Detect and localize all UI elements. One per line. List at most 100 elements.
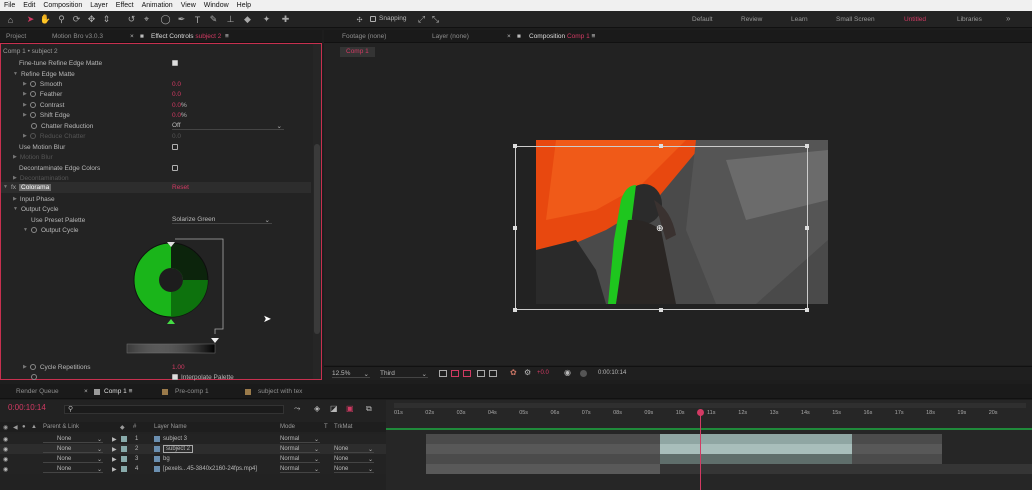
layer-1-bar-selected-range[interactable] <box>660 434 852 444</box>
menu-item-composition[interactable]: Composition <box>39 2 86 9</box>
label-color-icon[interactable] <box>121 456 127 462</box>
shy-icon[interactable]: ◪ <box>330 404 338 413</box>
fine-tune-checkbox[interactable] <box>172 60 178 66</box>
transform-handle[interactable] <box>513 144 517 148</box>
preset-dropdown[interactable]: Solarize Green ⌄ <box>172 216 272 224</box>
motion-blur-checkbox[interactable] <box>172 144 178 150</box>
wheel-bottom-arrow[interactable] <box>167 319 175 324</box>
expand-icon[interactable]: ▶ <box>112 446 117 453</box>
panel-menu-icon[interactable]: ≡ <box>223 33 229 40</box>
menu-item-layer[interactable]: Layer <box>86 2 112 9</box>
channel-icon[interactable] <box>489 370 497 377</box>
layer-search-input[interactable]: ⚲ <box>64 405 284 414</box>
shift-edge-value[interactable]: 0.0 <box>172 112 181 119</box>
contrast-row[interactable]: ▶ Contrast <box>23 100 64 110</box>
workspace-untitled[interactable]: Untitled <box>904 16 926 23</box>
tab-footage[interactable]: Footage (none) <box>342 33 386 40</box>
anchor-point-icon[interactable]: ⊕ <box>656 223 664 234</box>
trkmat-dropdown[interactable]: None ⌄ <box>334 466 374 473</box>
eraser-tool-icon[interactable]: ◆ <box>242 14 253 25</box>
menu-item-file[interactable]: File <box>0 2 19 9</box>
panel-menu-icon[interactable]: ≡ <box>592 33 596 40</box>
comp-mini-flowchart-icon[interactable]: ⤳ <box>294 404 300 414</box>
composition-viewer[interactable]: Comp 1 ⊕ <box>324 43 1032 365</box>
label-color-icon[interactable] <box>121 436 127 442</box>
puppet-pin-icon[interactable]: ✚ <box>280 14 291 25</box>
frame-blend-icon[interactable]: ▣ <box>346 404 354 413</box>
feather-value[interactable]: 0.0 <box>172 89 181 99</box>
mode-dropdown[interactable]: Normal ⌄ <box>280 436 320 443</box>
collapse-icon[interactable]: ▶ <box>23 91 27 97</box>
collapse-icon[interactable]: ▶ <box>23 112 27 118</box>
graph-editor-icon[interactable]: ⧉ <box>366 404 372 414</box>
close-icon[interactable]: × <box>130 33 134 40</box>
layer-row[interactable]: ◉ None ⌄ ▶ 1 subject 3 Normal ⌄ <box>0 434 386 444</box>
transform-handle[interactable] <box>659 144 663 148</box>
resolution-dropdown[interactable]: Third ⌄ <box>380 370 428 378</box>
interpolate-row[interactable]: Interpolate Palette <box>172 372 234 382</box>
transform-handle[interactable] <box>805 308 809 312</box>
lock-icon[interactable]: ■ <box>140 33 144 40</box>
workspace-default[interactable]: Default <box>692 16 713 23</box>
parent-dropdown[interactable]: None ⌄ <box>43 436 103 443</box>
layer-1-bar[interactable] <box>426 434 660 444</box>
parent-dropdown[interactable]: None ⌄ <box>43 446 103 453</box>
tab-layer[interactable]: Layer (none) <box>432 33 469 40</box>
label-color-icon[interactable] <box>121 446 127 452</box>
output-cycle-row[interactable]: ▼ Output Cycle <box>13 204 59 214</box>
show-snapshot-icon[interactable] <box>580 370 587 377</box>
cycle-reps-row[interactable]: ▶ Cycle Repetitions <box>23 362 90 372</box>
expand-icon[interactable]: ▶ <box>112 456 117 463</box>
menu-item-animation[interactable]: Animation <box>138 2 177 9</box>
output-cycle-wheel[interactable] <box>123 234 233 359</box>
menu-item-effect[interactable]: Effect <box>112 2 138 9</box>
layer-3-bar-tail[interactable] <box>852 454 942 464</box>
mode-dropdown[interactable]: Normal ⌄ <box>280 446 320 453</box>
transform-handle[interactable] <box>513 226 517 230</box>
layer-2-bar-tail[interactable] <box>852 444 942 454</box>
fx-icon[interactable]: fx <box>11 184 16 191</box>
expand-icon[interactable]: ▼ <box>3 184 8 190</box>
clone-tool-icon[interactable]: ⊥ <box>225 14 236 25</box>
dolly-tool-icon[interactable]: ⇕ <box>101 14 112 25</box>
snap-feather-icon[interactable]: ⤡ <box>430 14 441 25</box>
collapse-icon[interactable]: ▶ <box>23 102 27 108</box>
stopwatch-icon[interactable] <box>31 374 37 380</box>
orbit-tool-icon[interactable]: ⟳ <box>71 14 82 25</box>
roto-brush-icon[interactable]: ✦ <box>261 14 272 25</box>
scrollbar[interactable] <box>313 44 321 379</box>
align-icon[interactable]: ✣ <box>354 14 365 25</box>
colorama-row[interactable]: ▼ fx Colorama <box>3 182 52 192</box>
output-cycle-sub-row[interactable]: ▼ Output Cycle <box>23 225 79 235</box>
layer-2-bar-selected-range[interactable] <box>660 444 852 454</box>
type-tool-icon[interactable]: T <box>192 14 203 25</box>
mask-icon[interactable] <box>463 370 471 377</box>
contrast-value[interactable]: 0.0 <box>172 102 181 109</box>
menu-item-window[interactable]: Window <box>200 2 233 9</box>
expand-icon[interactable]: ▼ <box>13 71 18 77</box>
shift-edge-value-group[interactable]: 0.0% <box>172 110 187 120</box>
region-icon[interactable] <box>439 370 447 377</box>
layer-3-bar-selected-range[interactable] <box>660 454 852 464</box>
brush-tool-icon[interactable]: ✎ <box>208 14 219 25</box>
ramp-arrow[interactable] <box>211 338 219 343</box>
eye-icon[interactable]: ◉ <box>3 456 8 463</box>
tab-composition[interactable]: Composition Comp 1 ≡ <box>529 33 595 40</box>
tab-project[interactable]: Project <box>6 33 26 40</box>
tab-subject-with-text[interactable]: subject with tex <box>258 388 302 395</box>
hand-tool-icon[interactable]: ✋ <box>40 14 51 25</box>
stopwatch-icon[interactable] <box>29 102 36 108</box>
mode-dropdown[interactable]: Normal ⌄ <box>280 456 320 463</box>
layer-row[interactable]: ◉ None ⌄ ▶ 2 subject 2 Normal ⌄ None ⌄ <box>0 444 386 454</box>
close-icon[interactable]: × <box>84 388 88 395</box>
layer-2-bar[interactable] <box>426 444 660 454</box>
transform-handle[interactable] <box>805 144 809 148</box>
stopwatch-icon[interactable] <box>29 364 36 370</box>
decontaminate-checkbox[interactable] <box>172 165 178 171</box>
eye-icon[interactable]: ◉ <box>3 436 8 443</box>
layer-name[interactable]: subject 3 <box>163 436 187 442</box>
eye-icon[interactable]: ◉ <box>3 446 8 453</box>
stopwatch-icon[interactable] <box>29 91 36 97</box>
workspace-learn[interactable]: Learn <box>791 16 808 23</box>
tab-motion-bro[interactable]: Motion Bro v3.0.3 <box>52 33 103 40</box>
